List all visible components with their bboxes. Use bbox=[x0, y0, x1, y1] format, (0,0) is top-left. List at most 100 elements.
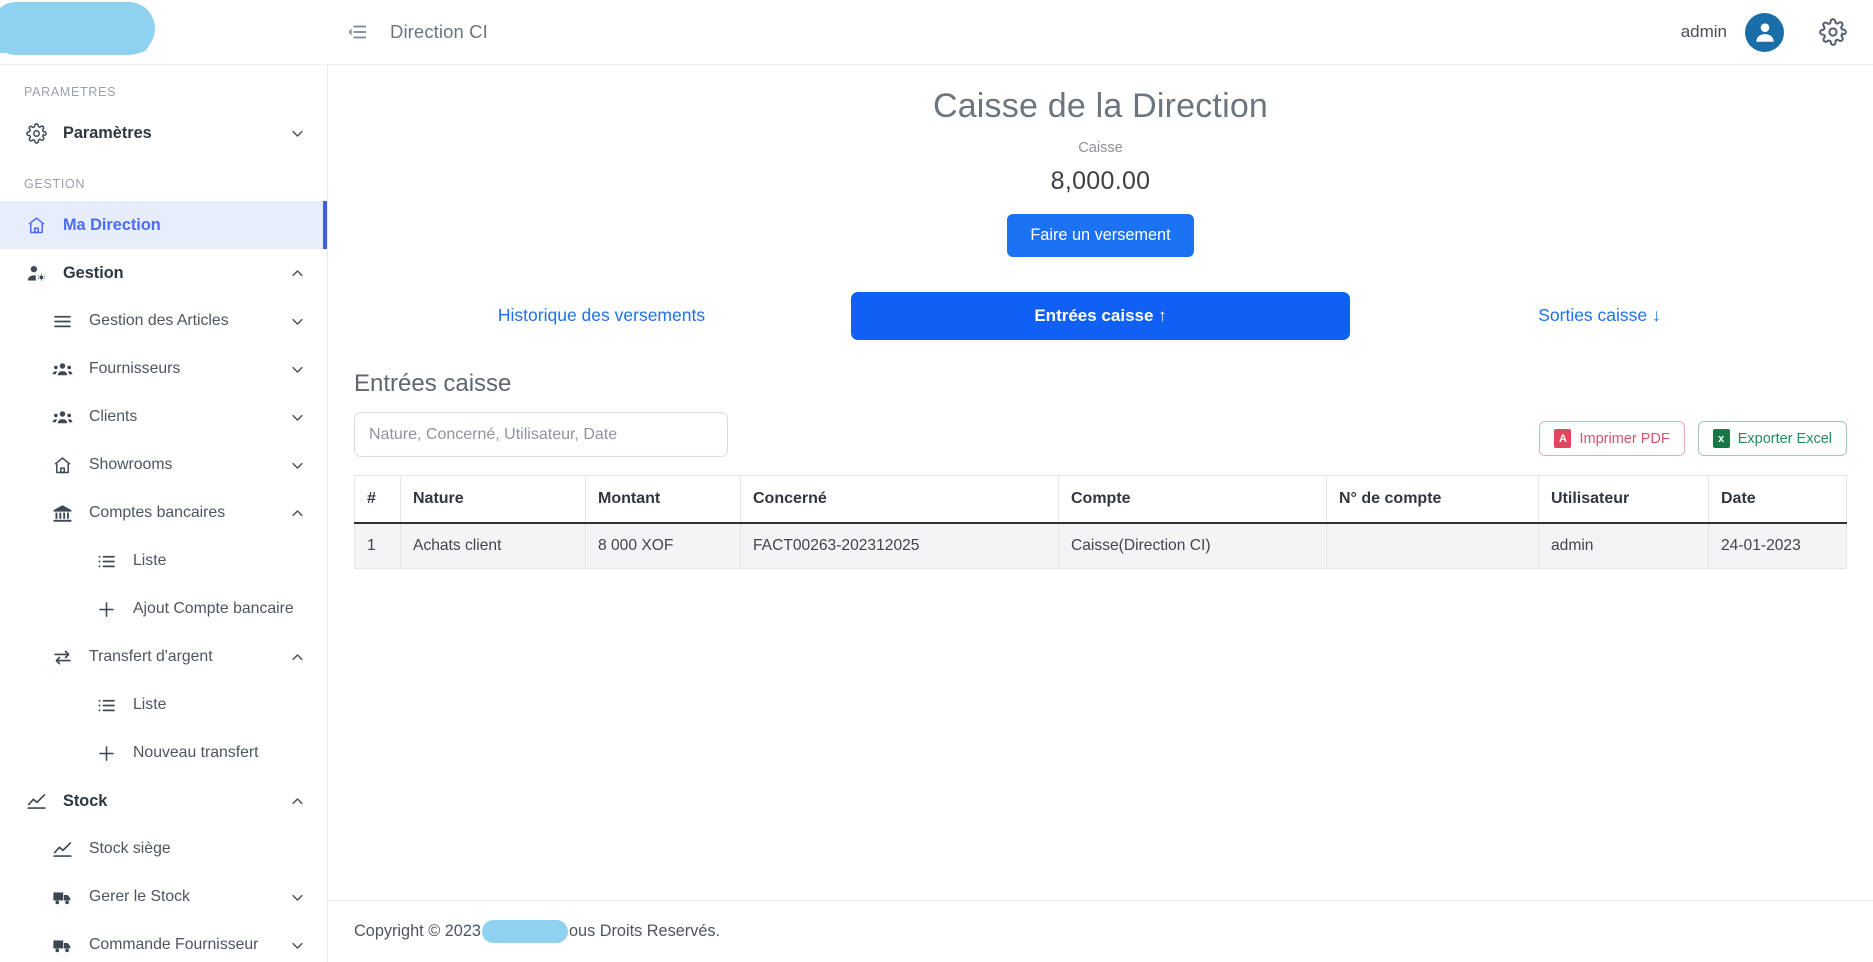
sidebar[interactable]: PARAMETRESParamètresGESTIONMa Direction G… bbox=[0, 65, 328, 962]
sidebar-item-label: Gestion bbox=[63, 264, 124, 283]
sidebar-item-label: Clients bbox=[89, 408, 137, 426]
list-bullet-icon bbox=[94, 549, 118, 573]
chevron-up-icon[interactable] bbox=[290, 266, 305, 281]
table-body: 1Achats client8 000 XOFFACT00263-2023120… bbox=[355, 523, 1847, 569]
chart-line-icon bbox=[50, 837, 74, 861]
cash-tabs: Historique des versements Entrées caisse… bbox=[328, 291, 1873, 340]
excel-file-icon: x bbox=[1713, 429, 1730, 448]
hamburger-collapse-icon[interactable] bbox=[346, 21, 368, 43]
print-pdf-label: Imprimer PDF bbox=[1579, 431, 1669, 447]
sidebar-item-stock[interactable]: Stock bbox=[0, 777, 327, 825]
sidebar-section-heading: PARAMETRES bbox=[0, 65, 327, 109]
cell-utilisateur: admin bbox=[1539, 523, 1709, 569]
sidebar-item-label: Fournisseurs bbox=[89, 360, 180, 378]
cell-montant: 8 000 XOF bbox=[586, 523, 741, 569]
tab-sorties-caisse[interactable]: Sorties caisse ↓ bbox=[1350, 291, 1849, 340]
company-name-redaction-mark bbox=[482, 920, 568, 943]
user-name-label: admin bbox=[1681, 22, 1727, 42]
list-bullet-icon bbox=[94, 693, 118, 717]
user-cog-icon bbox=[24, 261, 48, 285]
chevron-down-icon[interactable] bbox=[290, 410, 305, 425]
sidebar-item-clients[interactable]: Clients bbox=[0, 393, 327, 441]
sidebar-item-label: Ajout Compte bancaire bbox=[133, 600, 294, 618]
sidebar-section-heading: GESTION bbox=[0, 157, 327, 201]
gear-icon[interactable] bbox=[1819, 18, 1847, 46]
sidebar-item-ma-direction[interactable]: Ma Direction bbox=[0, 201, 327, 249]
sidebar-item-gerer-le-stock[interactable]: Gerer le Stock bbox=[0, 873, 327, 921]
main-content: Caisse de la Direction Caisse 8,000.00 F… bbox=[328, 65, 1873, 962]
chart-line-icon bbox=[24, 789, 48, 813]
chevron-down-icon[interactable] bbox=[290, 890, 305, 905]
truck-icon bbox=[50, 885, 74, 909]
export-excel-button[interactable]: x Exporter Excel bbox=[1698, 421, 1847, 456]
sidebar-item-showrooms[interactable]: Showrooms bbox=[0, 441, 327, 489]
home-icon bbox=[24, 213, 48, 237]
truck-icon bbox=[50, 933, 74, 957]
users-icon bbox=[50, 357, 74, 381]
list-lines-icon bbox=[50, 309, 74, 333]
sidebar-item-nouveau-transfert[interactable]: Nouveau transfert bbox=[0, 729, 327, 777]
col-header-nature[interactable]: Nature bbox=[401, 476, 586, 524]
tab-entrees-caisse[interactable]: Entrées caisse ↑ bbox=[851, 292, 1350, 340]
sidebar-item-label: Transfert d'argent bbox=[89, 648, 213, 666]
chevron-down-icon[interactable] bbox=[290, 362, 305, 377]
chevron-up-icon[interactable] bbox=[290, 650, 305, 665]
sidebar-item-transfert-d-argent[interactable]: Transfert d'argent bbox=[0, 633, 327, 681]
col-header-concerne[interactable]: Concerné bbox=[741, 476, 1059, 524]
make-deposit-button[interactable]: Faire un versement bbox=[1007, 214, 1193, 257]
sidebar-item-label: Nouveau transfert bbox=[133, 744, 259, 762]
cash-summary-header: Caisse de la Direction Caisse 8,000.00 F… bbox=[328, 65, 1873, 257]
col-header-date[interactable]: Date bbox=[1709, 476, 1847, 524]
chevron-up-icon[interactable] bbox=[290, 794, 305, 809]
entries-table: # Nature Montant Concerné Compte N° de c… bbox=[354, 475, 1847, 569]
sidebar-item-label: Liste bbox=[133, 696, 166, 714]
sidebar-item-label: Showrooms bbox=[89, 456, 172, 474]
tab-historique-versements[interactable]: Historique des versements bbox=[352, 291, 851, 340]
sidebar-item-comptes-bancaires[interactable]: Comptes bancaires bbox=[0, 489, 327, 537]
sidebar-item-commande-fournisseur[interactable]: Commande Fournisseur bbox=[0, 921, 327, 962]
table-row[interactable]: 1Achats client8 000 XOFFACT00263-2023120… bbox=[355, 523, 1847, 569]
chevron-down-icon[interactable] bbox=[290, 126, 305, 141]
sidebar-item-stock-si-ge[interactable]: Stock siège bbox=[0, 825, 327, 873]
sidebar-item-label: Stock siège bbox=[89, 840, 171, 858]
exchange-arrows-icon bbox=[50, 645, 74, 669]
chevron-up-icon[interactable] bbox=[290, 506, 305, 521]
sidebar-item-liste[interactable]: Liste bbox=[0, 537, 327, 585]
table-toolbar: A Imprimer PDF x Exporter Excel bbox=[328, 398, 1873, 457]
col-header-index[interactable]: # bbox=[355, 476, 401, 524]
sidebar-item-ajout-compte-bancaire[interactable]: Ajout Compte bancaire bbox=[0, 585, 327, 633]
table-header-row: # Nature Montant Concerné Compte N° de c… bbox=[355, 476, 1847, 524]
top-bar: Direction CI admin bbox=[0, 0, 1873, 65]
footer: Copyright © 2023 ous Droits Reservés. bbox=[328, 900, 1873, 962]
copyright-prefix: Copyright © 2023 bbox=[354, 922, 481, 941]
chevron-down-icon[interactable] bbox=[290, 314, 305, 329]
sidebar-item-label: Commande Fournisseur bbox=[89, 936, 258, 954]
user-avatar-icon[interactable] bbox=[1745, 13, 1784, 52]
gear-icon bbox=[24, 121, 48, 145]
sidebar-item-gestion[interactable]: Gestion bbox=[0, 249, 327, 297]
sidebar-item-gestion-des-articles[interactable]: Gestion des Articles bbox=[0, 297, 327, 345]
col-header-compte[interactable]: Compte bbox=[1059, 476, 1327, 524]
cell-num-compte bbox=[1327, 523, 1539, 569]
home-icon bbox=[50, 453, 74, 477]
export-button-group: A Imprimer PDF x Exporter Excel bbox=[1539, 412, 1847, 456]
cell-idx: 1 bbox=[355, 523, 401, 569]
bank-icon bbox=[50, 501, 74, 525]
logo-redaction-mark bbox=[0, 2, 155, 55]
col-header-montant[interactable]: Montant bbox=[586, 476, 741, 524]
users-icon bbox=[50, 405, 74, 429]
sidebar-item-fournisseurs[interactable]: Fournisseurs bbox=[0, 345, 327, 393]
brand-zone bbox=[0, 0, 328, 65]
col-header-num-compte[interactable]: N° de compte bbox=[1327, 476, 1539, 524]
sidebar-item-param-tres[interactable]: Paramètres bbox=[0, 109, 327, 157]
cash-amount: 8,000.00 bbox=[328, 167, 1873, 196]
sidebar-item-liste[interactable]: Liste bbox=[0, 681, 327, 729]
chevron-down-icon[interactable] bbox=[290, 458, 305, 473]
export-excel-label: Exporter Excel bbox=[1738, 431, 1832, 447]
chevron-down-icon[interactable] bbox=[290, 938, 305, 953]
top-bar-right: admin bbox=[1681, 13, 1873, 52]
search-input[interactable] bbox=[354, 412, 728, 457]
sidebar-item-label: Stock bbox=[63, 792, 107, 811]
print-pdf-button[interactable]: A Imprimer PDF bbox=[1539, 421, 1684, 456]
col-header-utilisateur[interactable]: Utilisateur bbox=[1539, 476, 1709, 524]
